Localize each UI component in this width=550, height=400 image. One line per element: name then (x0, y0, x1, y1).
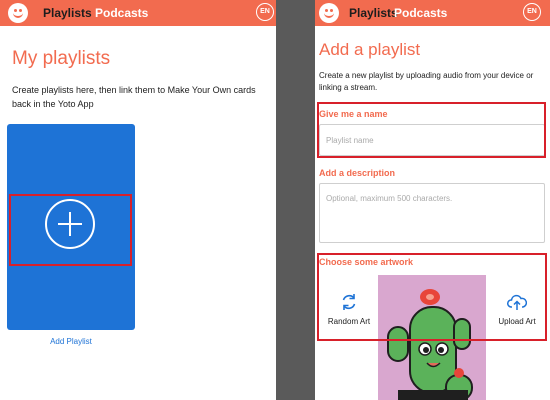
yoto-logo-icon[interactable] (319, 3, 339, 23)
description-label: Add a description (319, 168, 396, 178)
page-title: Add a playlist (319, 40, 421, 59)
nav-podcasts[interactable]: Podcasts (394, 6, 447, 20)
language-button[interactable]: EN (256, 3, 274, 21)
page-description: Create playlists here, then link them to… (12, 85, 256, 109)
nav-playlists[interactable]: Playlists (43, 6, 92, 20)
description-textarea[interactable]: Optional, maximum 500 characters. (319, 183, 545, 243)
my-playlists-screen: Playlists Podcasts EN My playlists Creat… (0, 0, 276, 400)
page-title: My playlists (12, 48, 111, 69)
add-playlist-link[interactable]: Add Playlist (7, 337, 135, 346)
language-button[interactable]: EN (523, 3, 541, 21)
nav-podcasts[interactable]: Podcasts (95, 6, 148, 20)
highlight-box (9, 194, 132, 266)
nav-playlists[interactable]: Playlists (349, 6, 398, 20)
highlight-box (317, 102, 546, 158)
screen-divider (276, 0, 315, 400)
top-nav-bar: Playlists Podcasts EN (0, 0, 276, 26)
top-nav-bar: Playlists Podcasts EN (315, 0, 550, 26)
highlight-box (317, 253, 547, 341)
page-description: Create a new playlist by uploading audio… (319, 71, 534, 92)
add-playlist-screen: Playlists Podcasts EN Add a playlist Cre… (315, 0, 550, 400)
yoto-logo-icon[interactable] (8, 3, 28, 23)
